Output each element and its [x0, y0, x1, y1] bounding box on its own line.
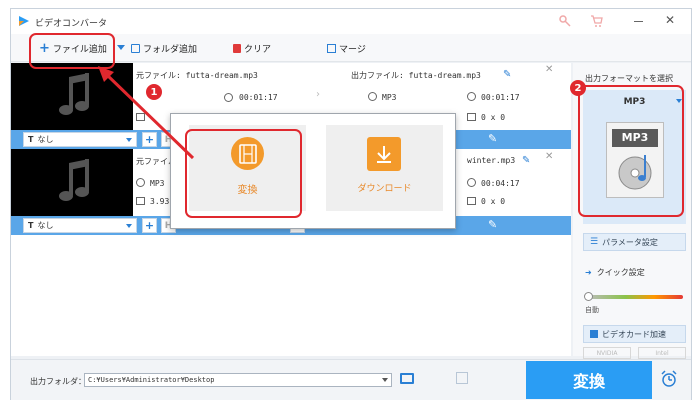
annotation-badge-2: 2	[570, 80, 586, 96]
annotation-badge-1: 1	[146, 84, 162, 100]
annotation-arrow	[98, 66, 195, 160]
